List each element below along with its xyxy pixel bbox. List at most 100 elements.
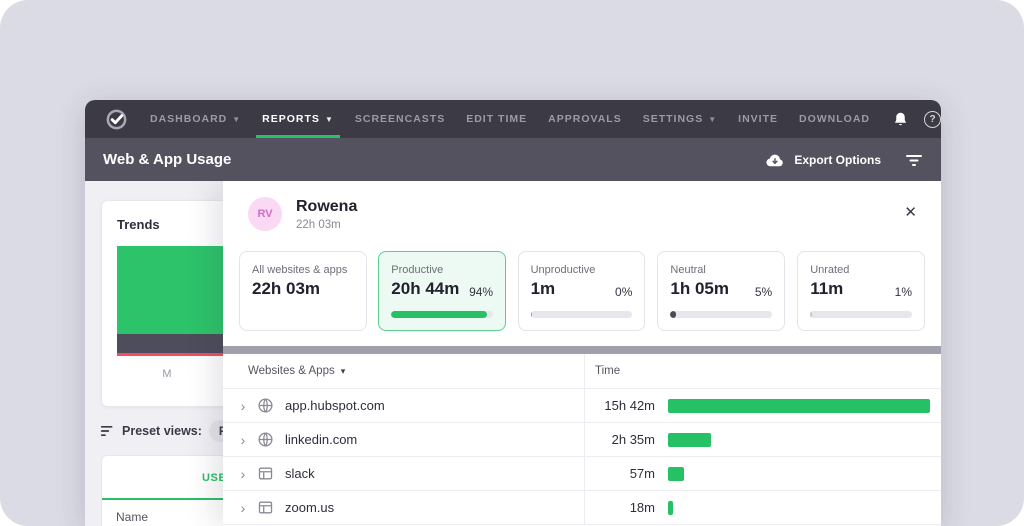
summary-progress-track — [391, 311, 493, 318]
nav-item-label: DASHBOARD — [150, 113, 227, 125]
time-bar-area — [668, 399, 930, 413]
row-time-cell: 57m — [585, 457, 941, 490]
summary-card-label: Unrated — [810, 264, 912, 276]
app-window-icon — [257, 465, 274, 482]
nav-item-label: SCREENCASTS — [355, 113, 445, 125]
expand-chevron-icon[interactable]: › — [237, 399, 249, 413]
expand-chevron-icon[interactable]: › — [237, 433, 249, 447]
chevron-down-icon: ▼ — [232, 115, 241, 124]
summary-progress-fill — [531, 311, 533, 318]
content-area: Trends M Preset views: Produ USER — [85, 181, 941, 526]
time-doctor-logo-icon[interactable] — [105, 108, 128, 131]
app-window: DASHBOARD ▼ REPORTS ▼ SCREENCASTS EDIT T… — [85, 100, 941, 526]
summary-progress-fill — [810, 311, 812, 318]
website-name: app.hubspot.com — [285, 398, 385, 413]
row-website-cell: › linkedin.com — [223, 423, 585, 456]
nav-item[interactable]: SETTINGS ▼ — [643, 100, 717, 138]
table-header: Websites & Apps ▾ Time — [223, 354, 941, 389]
nav-item[interactable]: INVITE — [738, 100, 778, 138]
app-window-icon — [257, 499, 274, 516]
nav-item-label: SETTINGS — [643, 113, 704, 125]
time-bar-area — [668, 501, 930, 515]
nav-item[interactable]: APPROVALS — [548, 100, 622, 138]
row-website-cell: › slack — [223, 457, 585, 490]
summary-card-label: Unproductive — [531, 264, 633, 276]
summary-card[interactable]: Productive 20h 44m 94% — [378, 251, 506, 331]
users-name-column-header: Name — [116, 510, 148, 524]
user-detail-panel: RV Rowena 22h 03m ✕ All websites & apps … — [223, 181, 941, 526]
table-row[interactable]: › slack 57m — [223, 457, 941, 491]
sort-caret-icon: ▾ — [341, 366, 346, 377]
summary-card-percent: 1% — [895, 285, 912, 299]
user-detail-header: RV Rowena 22h 03m ✕ — [223, 181, 941, 231]
chevron-down-icon: ▼ — [708, 115, 717, 124]
time-bar — [668, 433, 711, 447]
row-website-cell: › zoom.us — [223, 491, 585, 524]
user-name: Rowena — [296, 197, 357, 216]
summary-progress-track — [670, 311, 772, 318]
row-time-cell: 15h 42m — [585, 389, 941, 422]
summary-card[interactable]: Unproductive 1m 0% — [518, 251, 646, 331]
notifications-bell-icon[interactable] — [891, 110, 909, 128]
summary-cards-row: All websites & apps 22h 03m Productive 2… — [239, 251, 925, 331]
time-value: 2h 35m — [593, 432, 655, 447]
nav-items: DASHBOARD ▼ REPORTS ▼ SCREENCASTS EDIT T… — [150, 100, 891, 138]
expand-chevron-icon[interactable]: › — [237, 501, 249, 515]
nav-item[interactable]: SCREENCASTS — [355, 100, 445, 138]
export-options-button[interactable]: Export Options — [794, 153, 881, 167]
nav-item-label: APPROVALS — [548, 113, 622, 125]
summary-card-label: All websites & apps — [252, 264, 354, 276]
close-icon[interactable]: ✕ — [904, 205, 917, 220]
cloud-download-icon[interactable] — [765, 150, 785, 170]
time-value: 57m — [593, 466, 655, 481]
time-value: 18m — [593, 500, 655, 515]
summary-card[interactable]: All websites & apps 22h 03m — [239, 251, 367, 331]
summary-card-label: Neutral — [670, 264, 772, 276]
nav-item-label: REPORTS — [262, 113, 320, 125]
time-bar — [668, 501, 673, 515]
summary-card-percent: 0% — [615, 285, 632, 299]
summary-card-percent: 94% — [469, 285, 493, 299]
preset-views-label: Preset views: — [122, 424, 202, 438]
help-icon[interactable]: ? — [924, 111, 941, 128]
time-bar — [668, 467, 684, 481]
website-name: linkedin.com — [285, 432, 357, 447]
report-subheader: Web & App Usage Export Options — [85, 138, 941, 181]
nav-item[interactable]: DOWNLOAD — [799, 100, 870, 138]
nav-item[interactable]: EDIT TIME — [466, 100, 527, 138]
summary-progress-fill — [391, 311, 487, 318]
page-background: DASHBOARD ▼ REPORTS ▼ SCREENCASTS EDIT T… — [0, 0, 1024, 526]
summary-card-value: 22h 03m — [252, 279, 354, 299]
table-row[interactable]: › app.hubspot.com 15h 42m — [223, 389, 941, 423]
summary-card[interactable]: Unrated 11m 1% — [797, 251, 925, 331]
filter-icon[interactable] — [905, 153, 923, 167]
user-avatar-rv: RV — [248, 197, 282, 231]
summary-progress-track — [810, 311, 912, 318]
time-bar-area — [668, 433, 930, 447]
user-total-time: 22h 03m — [296, 219, 357, 231]
summary-progress-track — [531, 311, 633, 318]
column-header-time: Time — [585, 365, 620, 377]
table-row[interactable]: › zoom.us 18m — [223, 491, 941, 525]
subheader-actions: Export Options — [765, 150, 923, 170]
nav-item-label: EDIT TIME — [466, 113, 527, 125]
usage-table-body: › app.hubspot.com 15h 42m › — [223, 389, 941, 525]
user-identity: Rowena 22h 03m — [296, 197, 357, 231]
nav-item-label: DOWNLOAD — [799, 113, 870, 125]
column-header-websites-apps[interactable]: Websites & Apps ▾ — [223, 354, 585, 388]
expand-chevron-icon[interactable]: › — [237, 467, 249, 481]
time-value: 15h 42m — [593, 398, 655, 413]
summary-card-label: Productive — [391, 264, 493, 276]
row-website-cell: › app.hubspot.com — [223, 389, 585, 422]
summary-progress-fill — [670, 311, 676, 318]
page-title: Web & App Usage — [103, 151, 231, 168]
summary-card[interactable]: Neutral 1h 05m 5% — [657, 251, 785, 331]
nav-item[interactable]: DASHBOARD ▼ — [150, 100, 241, 138]
globe-icon — [257, 397, 274, 414]
time-bar-area — [668, 467, 930, 481]
website-name: slack — [285, 466, 315, 481]
chevron-down-icon: ▼ — [325, 115, 334, 124]
table-row[interactable]: › linkedin.com 2h 35m — [223, 423, 941, 457]
nav-item[interactable]: REPORTS ▼ — [262, 100, 334, 138]
summary-card-percent: 5% — [755, 285, 772, 299]
